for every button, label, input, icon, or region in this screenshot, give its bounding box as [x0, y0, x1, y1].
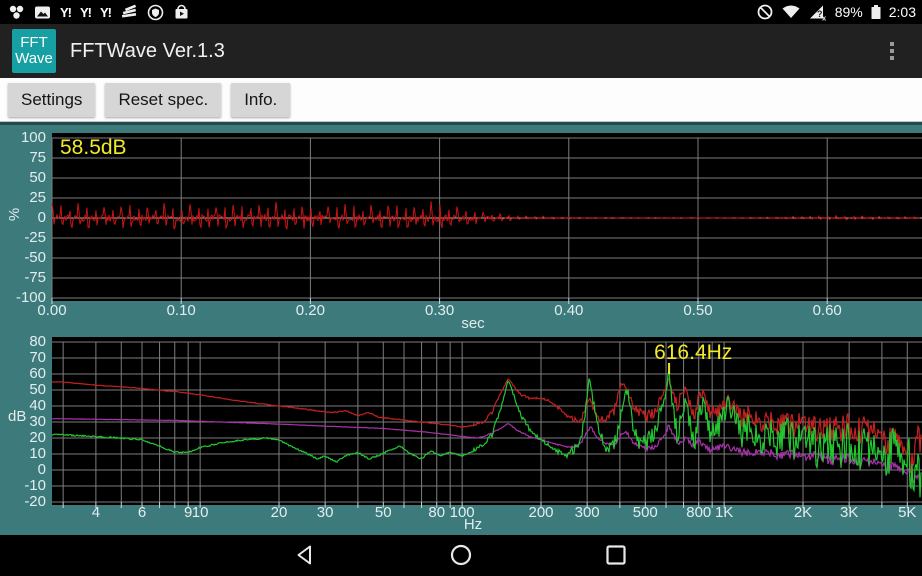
app-logo: FFT Wave: [12, 29, 56, 73]
spectrum-y-tick-label: -20: [0, 493, 46, 510]
waveform-y-tick-label: 100: [0, 129, 46, 146]
waveform-x-tick-label: 0.60: [797, 302, 857, 319]
spectrum-x-tick-label: 500: [620, 504, 670, 521]
spectrum-y-tick-label: -10: [0, 477, 46, 494]
spectrum-y-tick-label: 60: [0, 365, 46, 382]
app-hub-icon: [8, 3, 25, 21]
spectrum-x-tick-label: 2K: [778, 504, 828, 521]
waveform-x-tick-label: 0.10: [151, 302, 211, 319]
waveform-y-tick-label: 50: [0, 169, 46, 186]
spectrum-x-tick-label: 50: [358, 504, 408, 521]
app-bar: FFT Wave FFTWave Ver.1.3: [0, 24, 922, 78]
settings-button[interactable]: Settings: [8, 83, 95, 117]
spectrum-x-tick-label: 5K: [882, 504, 922, 521]
books-icon: [120, 3, 138, 21]
fftwave-app-screen: Y! Y! Y! ?x 89%: [0, 0, 922, 576]
app-logo-line1: FFT: [20, 35, 48, 51]
waveform-x-tick-label: 0.40: [539, 302, 599, 319]
waveform-y-tick-label: 25: [0, 189, 46, 206]
status-bar-system-icons: ?x 89% 2:03: [756, 3, 922, 21]
spectrum-y-tick-label: 0: [0, 461, 46, 478]
spectrum-x-tick-label: 4: [71, 504, 121, 521]
status-bar: Y! Y! Y! ?x 89%: [0, 0, 922, 24]
home-button[interactable]: [449, 543, 473, 567]
status-bar-notification-icons: Y! Y! Y!: [0, 3, 190, 21]
spectrum-x-tick-label: 6: [117, 504, 167, 521]
toolbar: Settings Reset spec. Info.: [0, 78, 922, 122]
waveform-x-tick-label: 0.00: [22, 302, 82, 319]
waveform-y-tick-label: 0: [0, 209, 46, 226]
security-badge-icon: [147, 3, 164, 21]
yahoo-icon: Y!: [60, 3, 71, 21]
info-button[interactable]: Info.: [231, 83, 290, 117]
waveform-x-tick-label: 0.30: [410, 302, 470, 319]
clock: 2:03: [889, 4, 916, 20]
overflow-menu-button[interactable]: [884, 36, 900, 66]
waveform-peak-db-label: 58.5dB: [60, 136, 127, 160]
battery-icon: [870, 3, 882, 21]
gallery-icon: [34, 3, 51, 21]
spectrum-x-tick-label: 300: [562, 504, 612, 521]
store-bag-icon: [173, 3, 190, 21]
svg-text:x: x: [822, 13, 827, 21]
spectrum-x-tick-label: 3K: [824, 504, 874, 521]
spectrum-peak-freq-label: 616.4Hz: [654, 341, 732, 365]
recents-button[interactable]: [604, 543, 628, 567]
yahoo-icon: Y!: [80, 3, 91, 21]
spectrum-y-tick-label: 70: [0, 349, 46, 366]
page-title: FFTWave Ver.1.3: [70, 40, 225, 63]
yahoo-icon: Y!: [100, 3, 111, 21]
spectrum-x-tick-label: 20: [254, 504, 304, 521]
back-button[interactable]: [294, 543, 318, 567]
waveform-y-tick-label: 75: [0, 149, 46, 166]
spectrum-y-tick-label: 50: [0, 381, 46, 398]
spectrum-y-tick-label: 80: [0, 333, 46, 350]
waveform-y-tick-label: -25: [0, 229, 46, 246]
waveform-y-tick-label: -50: [0, 249, 46, 266]
spectrum-x-tick-label: 100: [437, 504, 487, 521]
spectrum-x-tick-label: 10: [175, 504, 225, 521]
spectrum-y-tick-label: 20: [0, 429, 46, 446]
spectrum-y-tick-label: 40: [0, 397, 46, 414]
spectrum-y-tick-label: 10: [0, 445, 46, 462]
do-not-disturb-icon: [756, 3, 774, 21]
battery-percent: 89%: [835, 4, 863, 20]
waveform-x-tick-label: 0.50: [668, 302, 728, 319]
no-sim-icon: ?x: [808, 3, 828, 21]
wifi-icon: [781, 3, 801, 21]
spectrum-x-tick-label: 30: [300, 504, 350, 521]
spectrum-y-tick-label: 30: [0, 413, 46, 430]
spectrum-chart: 616.4Hz: [52, 337, 922, 505]
spectrum-x-tick-label: 200: [516, 504, 566, 521]
navigation-bar: [0, 535, 922, 576]
waveform-chart: 58.5dB: [52, 133, 922, 301]
spectrum-x-tick-label: 1K: [699, 504, 749, 521]
reset-spec-button[interactable]: Reset spec.: [105, 83, 221, 117]
waveform-x-tick-label: 0.20: [280, 302, 340, 319]
app-logo-line2: Wave: [15, 51, 53, 67]
waveform-y-tick-label: -75: [0, 269, 46, 286]
